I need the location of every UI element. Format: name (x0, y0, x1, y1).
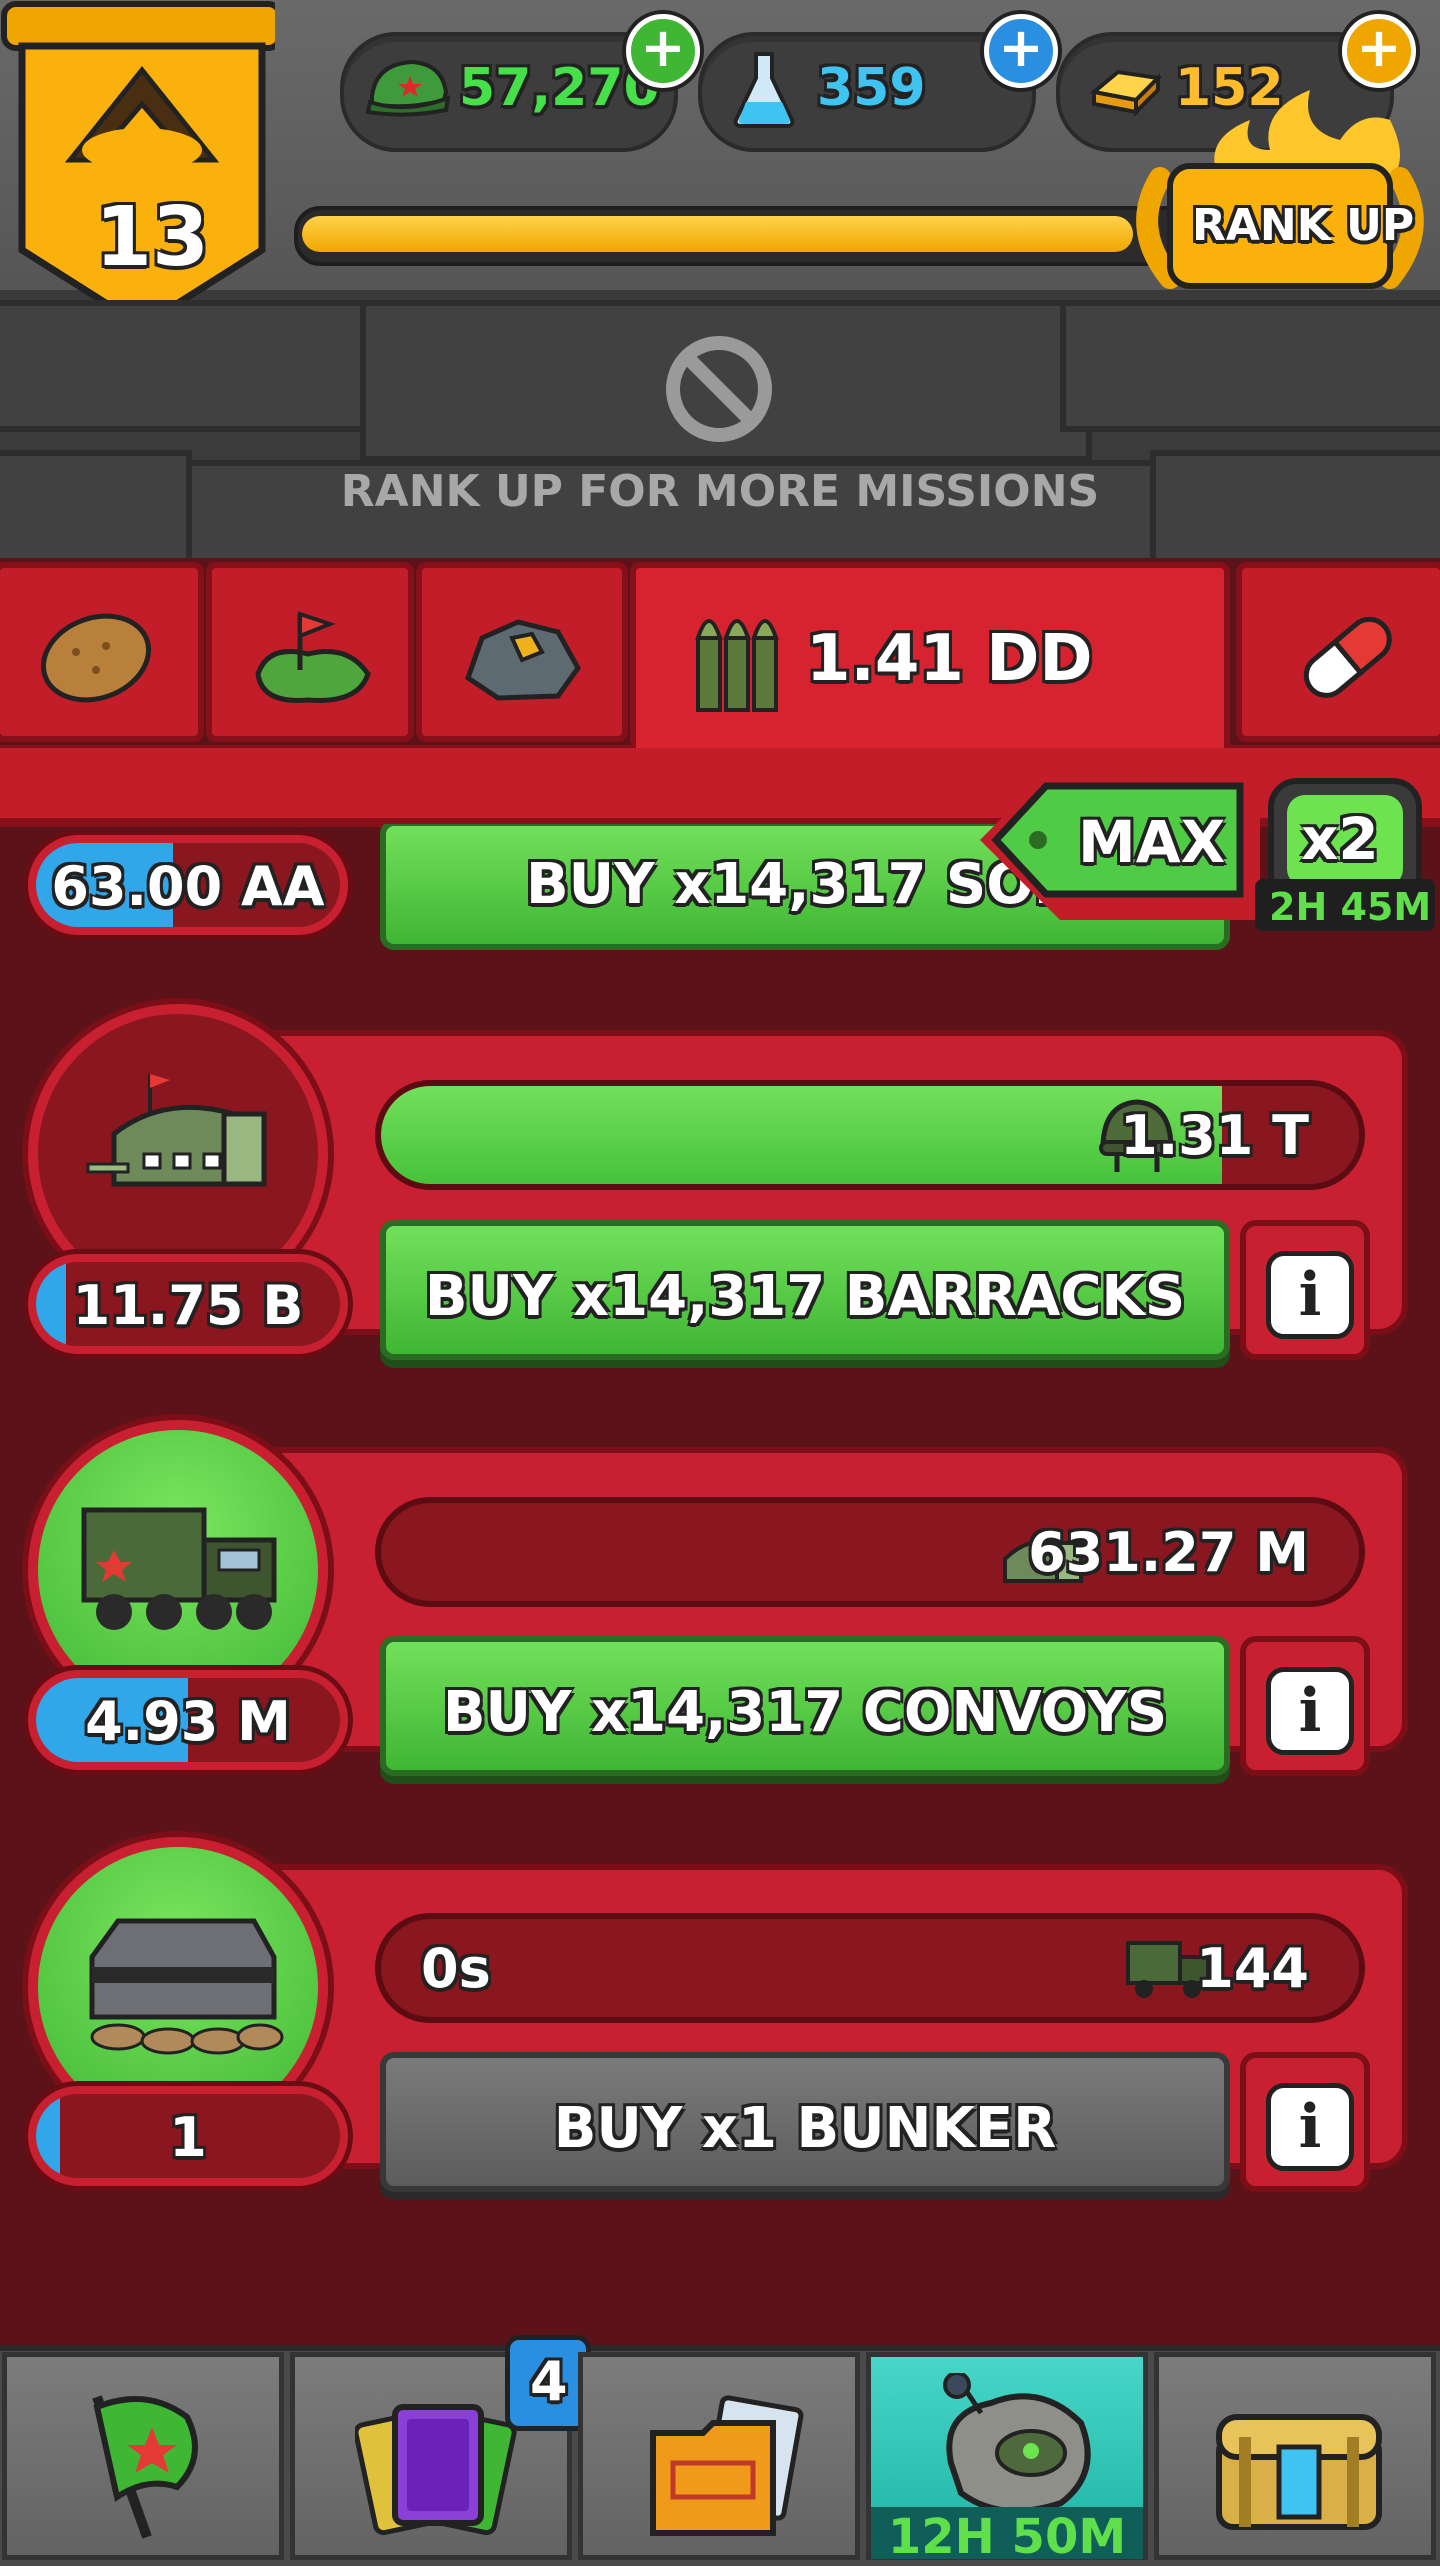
add-soldiers-button[interactable]: + (626, 14, 700, 88)
buy-bunker-button[interactable]: BUY x1 BUNKER (380, 2052, 1230, 2192)
locked-missions-text: RANK UP FOR MORE MISSIONS (340, 466, 1100, 517)
folder-icon (650, 2395, 804, 2536)
info-icon: i (1266, 1667, 1354, 1755)
barracks-progress-bar: 1.31 T (375, 1080, 1365, 1190)
nav-shop[interactable] (1154, 2352, 1436, 2560)
tab-potato[interactable] (0, 562, 204, 742)
soldiers-owned: 63.00 AA (28, 835, 348, 935)
tab-resources[interactable] (416, 562, 628, 742)
ammo-value: 1.41 DD (806, 622, 1093, 696)
flag-icon (92, 2395, 198, 2539)
soldier-cap-icon (366, 59, 450, 117)
bunker-timer: 0s (421, 1937, 491, 2000)
bunker-info-button[interactable]: i (1240, 2052, 1370, 2192)
flask-icon (733, 52, 795, 128)
tab-ammo[interactable]: 1.41 DD (630, 562, 1230, 762)
buy-convoys-button[interactable]: BUY x14,317 CONVOYS (380, 1636, 1230, 1776)
gold-bars-icon (1089, 69, 1163, 117)
flag-map-icon (255, 611, 371, 703)
buy-barracks-button[interactable]: BUY x14,317 BARRACKS (380, 1220, 1230, 1360)
treasure-chest-icon (1216, 2414, 1382, 2530)
convoys-info-button[interactable]: i (1240, 1636, 1370, 1776)
rank-up-button[interactable]: RANK UP (1130, 158, 1430, 298)
pill-icon (1303, 616, 1392, 698)
barracks-info-button[interactable]: i (1240, 1220, 1370, 1360)
locked-icon (666, 336, 772, 442)
nav-cards[interactable]: 4 (290, 2335, 591, 2560)
barracks-icon (86, 1074, 267, 1187)
bunker-output: 144 (1196, 1937, 1309, 2000)
rank-level: 13 (95, 190, 210, 285)
potato-icon (40, 613, 152, 703)
x2-boost-button[interactable]: x2 2H 45M (1255, 775, 1435, 935)
xp-progress-fill (302, 216, 1133, 252)
nav-base[interactable]: 12H 50M (866, 2352, 1148, 2565)
convoys-progress-bar: 631.27 M (375, 1497, 1365, 1607)
max-button[interactable]: MAX (990, 778, 1250, 902)
nav-missions[interactable] (2, 2352, 284, 2560)
add-gold-button[interactable]: + (1342, 14, 1416, 88)
asteroid-base-icon (943, 2373, 1091, 2514)
rank-up-label: RANK UP (1192, 200, 1415, 251)
convoy-truck-icon (81, 1507, 277, 1630)
base-timer-box: 12H 50M (871, 2507, 1143, 2565)
bullets-icon (695, 619, 779, 712)
bunker-owned: 1 (28, 2086, 348, 2186)
xp-progress-bar (294, 206, 1202, 266)
cards-icon (355, 2404, 517, 2536)
boost-timer: 2H 45M (1269, 885, 1432, 929)
boost-timer-box: 2H 45M (1255, 879, 1435, 931)
tab-territory[interactable] (206, 562, 414, 742)
barracks-output: 1.31 T (1120, 1104, 1309, 1167)
nav-intel[interactable] (578, 2352, 860, 2560)
info-icon: i (1266, 1251, 1354, 1339)
barracks-owned: 11.75 B (28, 1254, 348, 1354)
tab-pill[interactable] (1236, 562, 1440, 742)
convoys-output: 631.27 M (1028, 1521, 1309, 1584)
x2-label: x2 (1301, 805, 1379, 873)
base-timer: 12H 50M (887, 2509, 1127, 2565)
science-count: 359 (817, 58, 926, 118)
bunker-icon (89, 1918, 284, 2055)
convoys-owned: 4.93 M (28, 1670, 348, 1770)
info-icon: i (1266, 2083, 1354, 2171)
bunker-progress-bar: 0s 144 (375, 1913, 1365, 2023)
rock-icon (464, 619, 581, 701)
add-science-button[interactable]: + (984, 14, 1058, 88)
max-label: MAX (1078, 808, 1226, 876)
